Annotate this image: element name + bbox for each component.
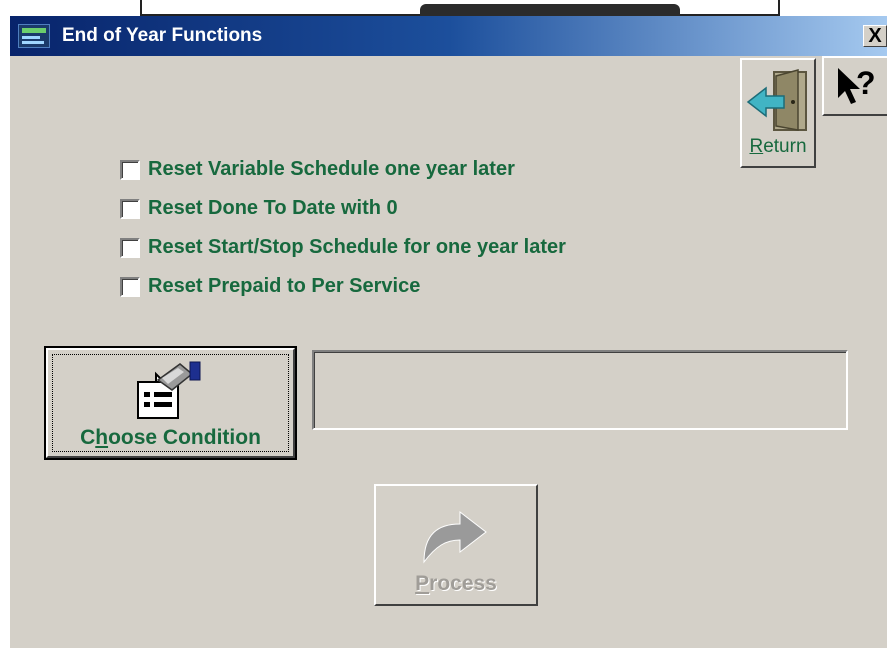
close-button[interactable]: X [863, 25, 887, 47]
condition-display-field[interactable] [312, 350, 848, 430]
screen: End of Year Functions X ? Return Reset V… [0, 0, 887, 648]
window-title: End of Year Functions [62, 25, 263, 46]
background-window-shape [420, 4, 680, 16]
help-pointer-icon: ? [838, 65, 876, 104]
title-bar[interactable]: End of Year Functions X [10, 16, 887, 56]
option-reset-prepaid[interactable]: Reset Prepaid to Per Service [120, 267, 566, 306]
checkbox[interactable] [120, 237, 140, 258]
process-button[interactable]: Process [374, 484, 538, 606]
option-reset-done-to-date[interactable]: Reset Done To Date with 0 [120, 189, 566, 228]
option-label: Reset Prepaid to Per Service [148, 275, 421, 297]
checkbox[interactable] [120, 159, 140, 180]
checkbox[interactable] [120, 198, 140, 219]
option-label: Reset Done To Date with 0 [148, 197, 398, 219]
curved-arrow-icon [423, 510, 487, 564]
reset-options-list: Reset Variable Schedule one year later R… [120, 150, 566, 306]
option-label: Reset Variable Schedule one year later [148, 158, 515, 180]
return-label: Return [749, 136, 807, 157]
option-label: Reset Start/Stop Schedule for one year l… [148, 236, 566, 258]
end-of-year-dialog: End of Year Functions X ? Return Reset V… [8, 16, 887, 648]
option-reset-variable-schedule[interactable]: Reset Variable Schedule one year later [120, 150, 566, 189]
process-label: Process [415, 572, 497, 595]
return-button[interactable]: Return [740, 58, 816, 168]
help-button[interactable]: ? [822, 56, 887, 116]
svg-text:?: ? [856, 65, 876, 101]
condition-value [314, 352, 846, 428]
checkbox[interactable] [120, 276, 140, 297]
door-exit-icon [746, 69, 807, 131]
choose-condition-label: Choose Condition [80, 426, 261, 449]
form-edit-icon [137, 361, 201, 419]
choose-condition-button[interactable]: Choose Condition [44, 346, 297, 460]
app-logo-icon [18, 24, 50, 48]
option-reset-start-stop-schedule[interactable]: Reset Start/Stop Schedule for one year l… [120, 228, 566, 267]
